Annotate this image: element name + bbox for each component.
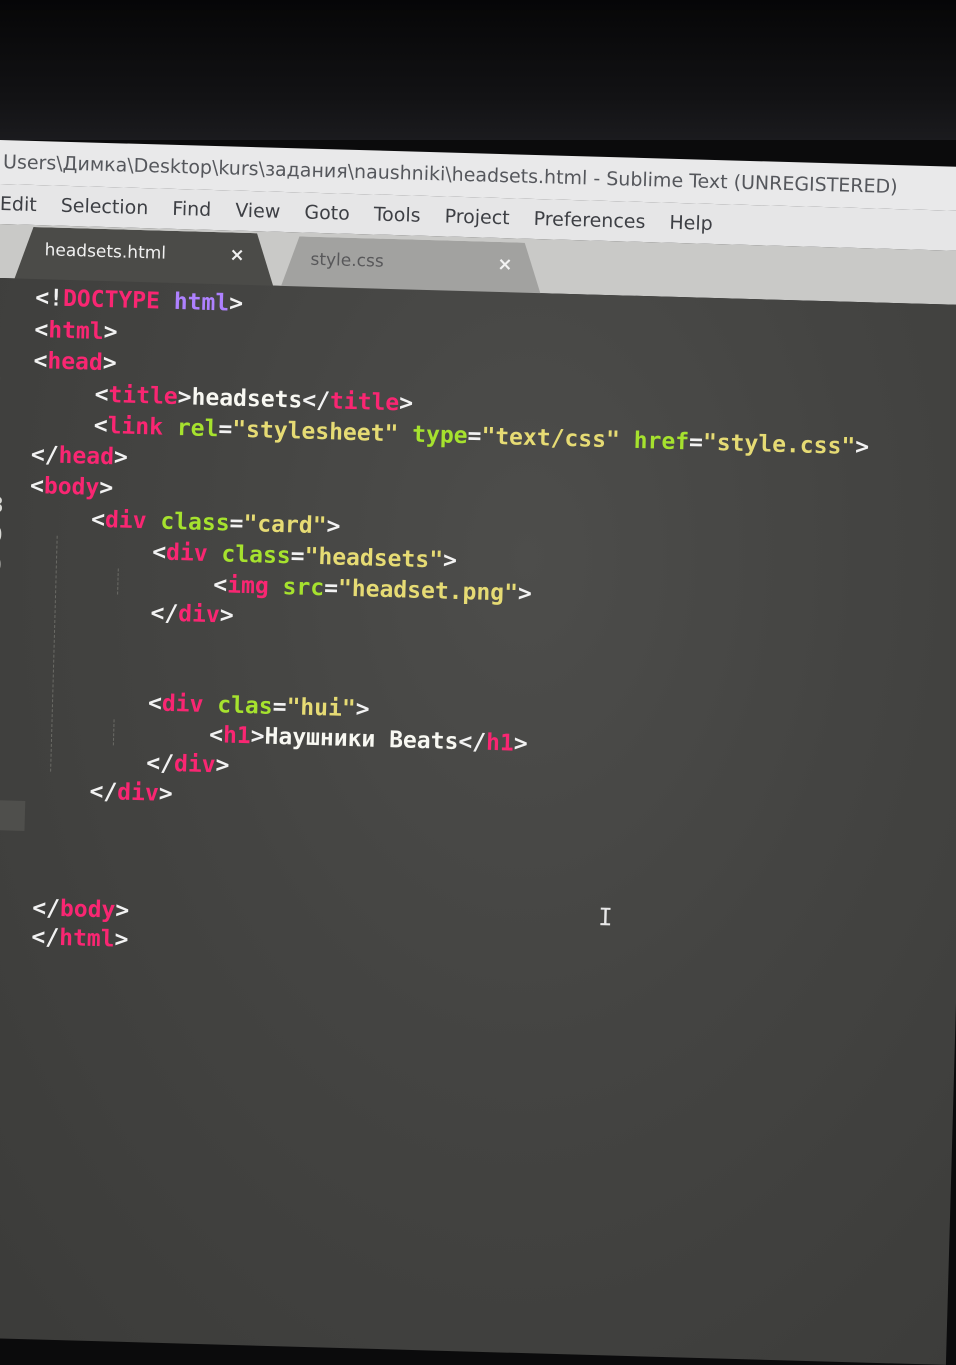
menu-view[interactable]: View [235, 200, 281, 223]
code-line-8: <div class="card"> [91, 505, 341, 543]
menu-preferences[interactable]: Preferences [533, 208, 645, 233]
code-line-3: <head> [33, 346, 117, 379]
line-number: 9 [0, 523, 3, 548]
menu-project[interactable]: Project [444, 205, 510, 229]
line-number: 8 [0, 493, 4, 518]
tab-label: headsets.html [44, 240, 166, 263]
close-icon[interactable]: × [497, 242, 513, 288]
menu-tools[interactable]: Tools [374, 203, 421, 226]
code-editor[interactable]: 8 9 0 1 2 3 4 5 6 7 8 9 0 1 2 <!DOCTYPE … [0, 278, 956, 1365]
indent-guide [113, 719, 115, 745]
menu-find[interactable]: Find [172, 198, 212, 221]
code-line-2: <html> [34, 315, 118, 348]
menu-help[interactable]: Help [669, 212, 713, 235]
code-line-5: <link rel="stylesheet" type="text/css" h… [93, 411, 869, 464]
code-line-6: </head> [30, 440, 128, 474]
text-cursor-ibeam-icon: I [598, 903, 613, 931]
code-line-16: </div> [146, 748, 230, 781]
code-line-7: <body> [30, 471, 114, 504]
indent-guide [117, 568, 119, 594]
code-line-9: <div class="headsets"> [152, 537, 457, 576]
code-line-14: <div clas="hui"> [148, 688, 370, 725]
monitor-bezel [0, 0, 956, 140]
line-number-gutter: 8 9 0 1 2 3 4 5 6 7 8 9 0 1 2 [0, 278, 40, 1339]
code-line-17: </div> [89, 777, 173, 810]
tab-headsets-html[interactable]: headsets.html × [14, 226, 275, 287]
code-line-1: <!DOCTYPE html> [35, 283, 244, 320]
code-line-15: <h1>Наушники Beats</h1> [209, 720, 528, 760]
indent-guide [50, 536, 58, 772]
code-line-10: <img src="headset.png"> [213, 570, 532, 610]
code-line-22: </html> [31, 922, 129, 956]
menu-selection[interactable]: Selection [60, 195, 148, 219]
close-icon[interactable]: × [229, 232, 245, 278]
menu-edit[interactable]: Edit [0, 193, 37, 216]
current-line-highlight [0, 800, 25, 831]
sublime-text-window: Users\Димка\Desktop\kurs\задания\naushni… [0, 130, 956, 1357]
code-line-11: </div> [150, 598, 234, 631]
line-number: 1 [0, 583, 1, 608]
tab-label: style.css [310, 250, 384, 272]
line-number: 2 [0, 613, 1, 638]
line-number: 0 [0, 553, 2, 578]
menu-goto[interactable]: Goto [304, 202, 350, 225]
